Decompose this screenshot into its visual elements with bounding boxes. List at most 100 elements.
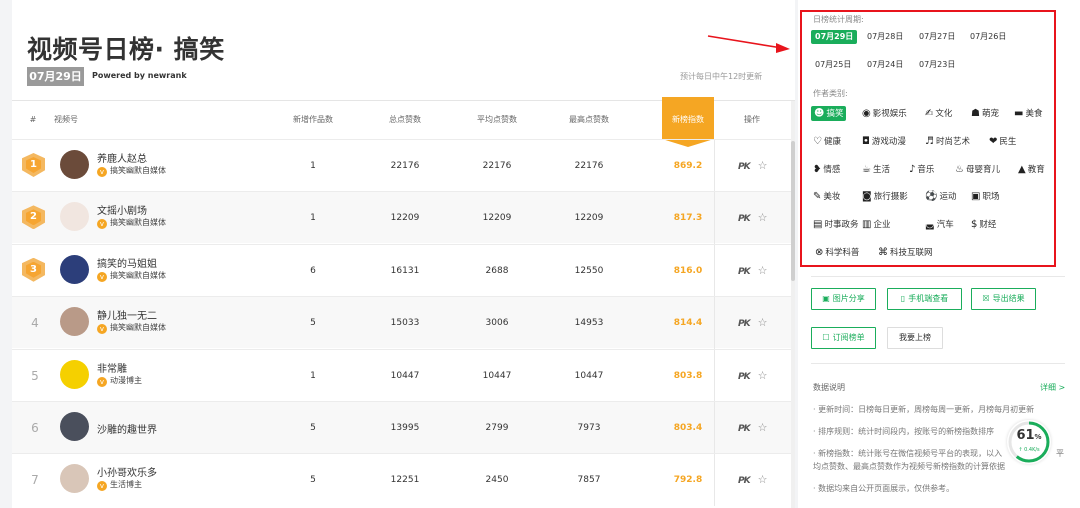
account-category-label: 动漫博主 xyxy=(110,375,142,385)
category-chip-2[interactable]: ✍ 文化 xyxy=(925,106,952,121)
new-works-value: 1 xyxy=(310,213,316,224)
join-ranking-button[interactable]: 我要上榜 xyxy=(887,327,943,349)
avatar[interactable] xyxy=(60,254,89,284)
mobile-view-button[interactable]: ▯ 手机端查看 xyxy=(887,288,962,310)
table-scrollbar[interactable] xyxy=(791,101,795,508)
account-name[interactable]: 文摇小剧场 xyxy=(97,202,147,217)
row-actions: PK ☆ xyxy=(738,245,767,297)
detail-link[interactable]: 详细 > xyxy=(1040,382,1065,393)
table-row[interactable]: 3 搞笑的马姐姐 v 搞笑幽默自媒体 6 16131 2688 12550 816.0 PK ☆ xyxy=(12,243,795,297)
category-chip-20[interactable]: ◛ 汽车 xyxy=(925,217,954,232)
export-label: 导出结果 xyxy=(992,294,1025,303)
avatar[interactable] xyxy=(60,464,89,494)
table-row[interactable]: 2 文摇小剧场 v 搞笑幽默自媒体 1 12209 12209 12209 817.3 PK ☆ xyxy=(12,191,795,245)
pk-button[interactable]: PK xyxy=(738,319,751,329)
table-row[interactable]: 1 养鹿人赵总 v 搞笑幽默自媒体 1 22176 22176 22176 869.2 PK ☆ xyxy=(12,139,795,192)
avg-likes-value: 2450 xyxy=(485,475,509,486)
category-chip-6[interactable]: ◘ 游戏动漫 xyxy=(862,134,906,149)
avatar[interactable] xyxy=(60,150,89,179)
col-new-works[interactable]: 新增作品数 xyxy=(280,101,346,139)
film-icon: ◉ xyxy=(862,108,871,119)
star-icon[interactable]: ☆ xyxy=(758,264,768,277)
category-chip-0[interactable]: ☻ 搞笑 xyxy=(811,106,847,121)
network-speed-gauge[interactable]: 61% ↑ 0.4K/s xyxy=(1007,420,1051,464)
pk-button[interactable]: PK xyxy=(738,476,751,486)
col-max-likes[interactable]: 最高点赞数 xyxy=(556,101,622,139)
category-chip-7[interactable]: ♬ 时尚艺术 xyxy=(925,134,970,149)
category-chip-3[interactable]: ☗ 萌宠 xyxy=(971,106,999,121)
pk-button[interactable]: PK xyxy=(738,214,751,224)
category-chip-19[interactable]: ▥ 企业 xyxy=(862,217,890,232)
category-chip-16[interactable]: ⚽ 运动 xyxy=(925,189,956,204)
avg-likes-value: 22176 xyxy=(482,161,512,171)
table-row[interactable]: 4 静儿独一无二 v 搞笑幽默自媒体 5 15033 3006 14953 814.4 PK ☆ xyxy=(12,296,795,350)
period-chip[interactable]: 07月23日 xyxy=(915,58,959,72)
period-chip[interactable]: 07月24日 xyxy=(863,58,907,72)
scrollbar-thumb[interactable] xyxy=(791,141,795,281)
finance-icon: $ xyxy=(971,219,978,230)
avatar[interactable] xyxy=(60,359,89,389)
table-row[interactable]: 6 沙雕的趣世界 5 13995 2799 7973 803.4 PK ☆ xyxy=(12,401,795,454)
rank-medal-icon: 1 xyxy=(22,153,45,179)
category-chip-12[interactable]: ♨ 母婴育儿 xyxy=(955,162,1000,177)
index-value: 816.0 xyxy=(673,265,703,276)
star-icon[interactable]: ☆ xyxy=(758,316,768,329)
col-total-likes[interactable]: 总点赞数 xyxy=(372,101,438,139)
category-chip-5[interactable]: ♡ 健康 xyxy=(813,134,841,149)
avatar[interactable] xyxy=(60,307,89,337)
category-chip-8[interactable]: ❤ 民生 xyxy=(989,134,1016,149)
category-chip-9[interactable]: ❥ 情感 xyxy=(813,162,840,177)
category-chip-18[interactable]: ▤ 时事政务 xyxy=(813,217,858,232)
excel-icon: ☒ xyxy=(982,294,990,303)
max-likes-value: 12550 xyxy=(574,265,604,276)
account-name[interactable]: 搞笑的马姐姐 xyxy=(97,255,157,270)
account-name[interactable]: 静儿独一无二 xyxy=(97,307,157,322)
category-chip-22[interactable]: ⊗ 科学科普 xyxy=(815,245,859,260)
col-index[interactable]: 新榜指数 xyxy=(662,97,714,139)
category-chip-23[interactable]: ⌘ 科技互联网 xyxy=(878,245,933,260)
update-note: 预计每日中午12时更新 xyxy=(680,72,763,81)
row-actions: PK ☆ xyxy=(738,140,767,192)
star-icon[interactable]: ☆ xyxy=(758,473,768,486)
share-image-button[interactable]: ▣ 图片分享 xyxy=(811,288,876,310)
category-chip-4[interactable]: ▬ 美食 xyxy=(1014,106,1042,121)
category-chip-21[interactable]: $ 财经 xyxy=(971,217,996,232)
account-name[interactable]: 非常雕 xyxy=(97,360,127,375)
category-chip-10[interactable]: ☕ 生活 xyxy=(862,162,890,177)
category-chip-13[interactable]: ▲ 教育 xyxy=(1018,162,1045,177)
table-row[interactable]: 5 非常雕 v 动漫博主 1 10447 10447 10447 803.8 PK ☆ xyxy=(12,348,795,402)
gauge-percent-unit: % xyxy=(1034,433,1042,441)
period-chip[interactable]: 07月28日 xyxy=(863,30,907,44)
join-label: 我要上榜 xyxy=(899,333,931,342)
category-chip-14[interactable]: ✎ 美妆 xyxy=(813,189,840,204)
col-avg-likes[interactable]: 平均点赞数 xyxy=(464,101,530,139)
category-chip-17[interactable]: ▣ 职场 xyxy=(971,189,999,204)
avg-likes-value: 10447 xyxy=(482,370,512,381)
period-chip[interactable]: 07月25日 xyxy=(811,58,855,72)
workplace-icon: ▣ xyxy=(971,191,981,202)
pk-button[interactable]: PK xyxy=(738,424,751,434)
category-chip-15[interactable]: ◙ 旅行摄影 xyxy=(862,189,908,204)
total-likes-value: 16131 xyxy=(390,265,420,276)
star-icon[interactable]: ☆ xyxy=(758,421,768,434)
export-button[interactable]: ☒ 导出结果 xyxy=(971,288,1036,310)
avatar[interactable] xyxy=(60,412,89,441)
pk-button[interactable]: PK xyxy=(738,162,751,172)
period-chip[interactable]: 07月27日 xyxy=(915,30,959,44)
account-name[interactable]: 沙雕的趣世界 xyxy=(97,421,157,436)
avatar[interactable] xyxy=(60,202,89,232)
star-icon[interactable]: ☆ xyxy=(758,211,768,224)
category-chip-11[interactable]: ♪ 音乐 xyxy=(909,162,934,177)
category-chip-1[interactable]: ◉ 影视娱乐 xyxy=(862,106,907,121)
period-chip[interactable]: 07月29日 xyxy=(811,30,858,44)
phone-icon: ▯ xyxy=(900,294,906,303)
subscribe-button[interactable]: ☐ 订阅榜单 xyxy=(811,327,876,349)
pk-button[interactable]: PK xyxy=(738,372,751,382)
account-name[interactable]: 养鹿人赵总 xyxy=(97,150,147,165)
pk-button[interactable]: PK xyxy=(738,267,751,277)
star-icon[interactable]: ☆ xyxy=(758,159,768,172)
account-name[interactable]: 小孙哥欢乐多 xyxy=(97,464,157,479)
star-icon[interactable]: ☆ xyxy=(758,369,768,382)
table-row[interactable]: 7 小孙哥欢乐多 v 生活博主 5 12251 2450 7857 792.8 PK ☆ xyxy=(12,453,795,507)
period-chip[interactable]: 07月26日 xyxy=(966,30,1010,44)
